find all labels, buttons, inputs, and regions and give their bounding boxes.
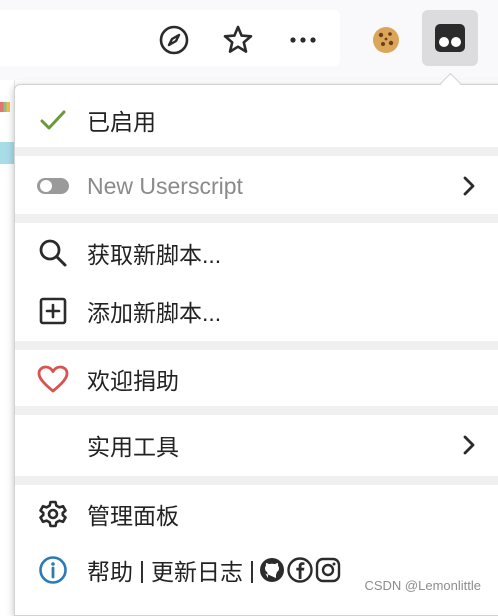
menu-item-label: 欢迎捐助 xyxy=(87,368,179,394)
menu-item-label: 已启用 xyxy=(87,109,156,135)
gear-icon xyxy=(35,496,71,532)
menu-separator xyxy=(15,406,498,415)
toggle-off-icon[interactable] xyxy=(35,168,71,204)
link-separator: | xyxy=(139,556,145,583)
help-links: 帮助 | 更新日志 | xyxy=(87,553,343,587)
menu-item-add-script[interactable]: 添加新脚本... xyxy=(15,283,498,339)
cookie-icon[interactable] xyxy=(368,22,404,58)
menu-separator xyxy=(15,147,498,156)
menu-item-get-scripts[interactable]: 获取新脚本... xyxy=(15,225,498,281)
menu-item-donate[interactable]: 欢迎捐助 xyxy=(15,351,498,407)
search-icon xyxy=(35,235,71,271)
instagram-icon[interactable] xyxy=(315,557,341,583)
script-name: New Userscript xyxy=(87,172,243,199)
compass-icon[interactable] xyxy=(156,22,192,58)
more-icon[interactable] xyxy=(285,22,321,58)
check-icon xyxy=(35,102,71,138)
page-fragment xyxy=(0,102,10,112)
page-content-edge xyxy=(0,80,15,602)
menu-separator xyxy=(15,341,498,350)
heart-icon xyxy=(35,361,71,397)
menu-separator xyxy=(15,476,498,485)
menu-item-utilities[interactable]: 实用工具 xyxy=(15,417,498,473)
menu-item-userscript[interactable]: New Userscript xyxy=(15,158,498,214)
star-icon[interactable] xyxy=(220,22,256,58)
help-link[interactable]: 帮助 xyxy=(87,553,133,587)
menu-item-label: 实用工具 xyxy=(87,434,179,460)
browser-toolbar xyxy=(0,0,498,80)
chevron-right-icon xyxy=(459,433,479,457)
plus-square-icon xyxy=(35,293,71,329)
facebook-icon[interactable] xyxy=(287,557,313,583)
menu-item-label: 管理面板 xyxy=(87,503,179,529)
page-fragment-highlight xyxy=(0,142,14,164)
link-separator: | xyxy=(248,556,255,583)
menu-item-enabled[interactable]: 已启用 xyxy=(15,92,498,148)
menu-separator xyxy=(15,214,498,223)
menu-item-label: 添加新脚本... xyxy=(87,300,222,326)
watermark: CSDN @Lemonlittle xyxy=(361,577,484,594)
menu-item-dashboard[interactable]: 管理面板 xyxy=(15,486,498,542)
chevron-right-icon[interactable] xyxy=(459,174,479,198)
tampermonkey-icon xyxy=(435,24,465,57)
changelog-link[interactable]: 更新日志 xyxy=(151,553,243,587)
menu-item-label: 获取新脚本... xyxy=(87,242,222,268)
tampermonkey-button[interactable] xyxy=(422,10,478,66)
github-icon[interactable] xyxy=(259,557,285,583)
info-icon xyxy=(35,552,71,588)
